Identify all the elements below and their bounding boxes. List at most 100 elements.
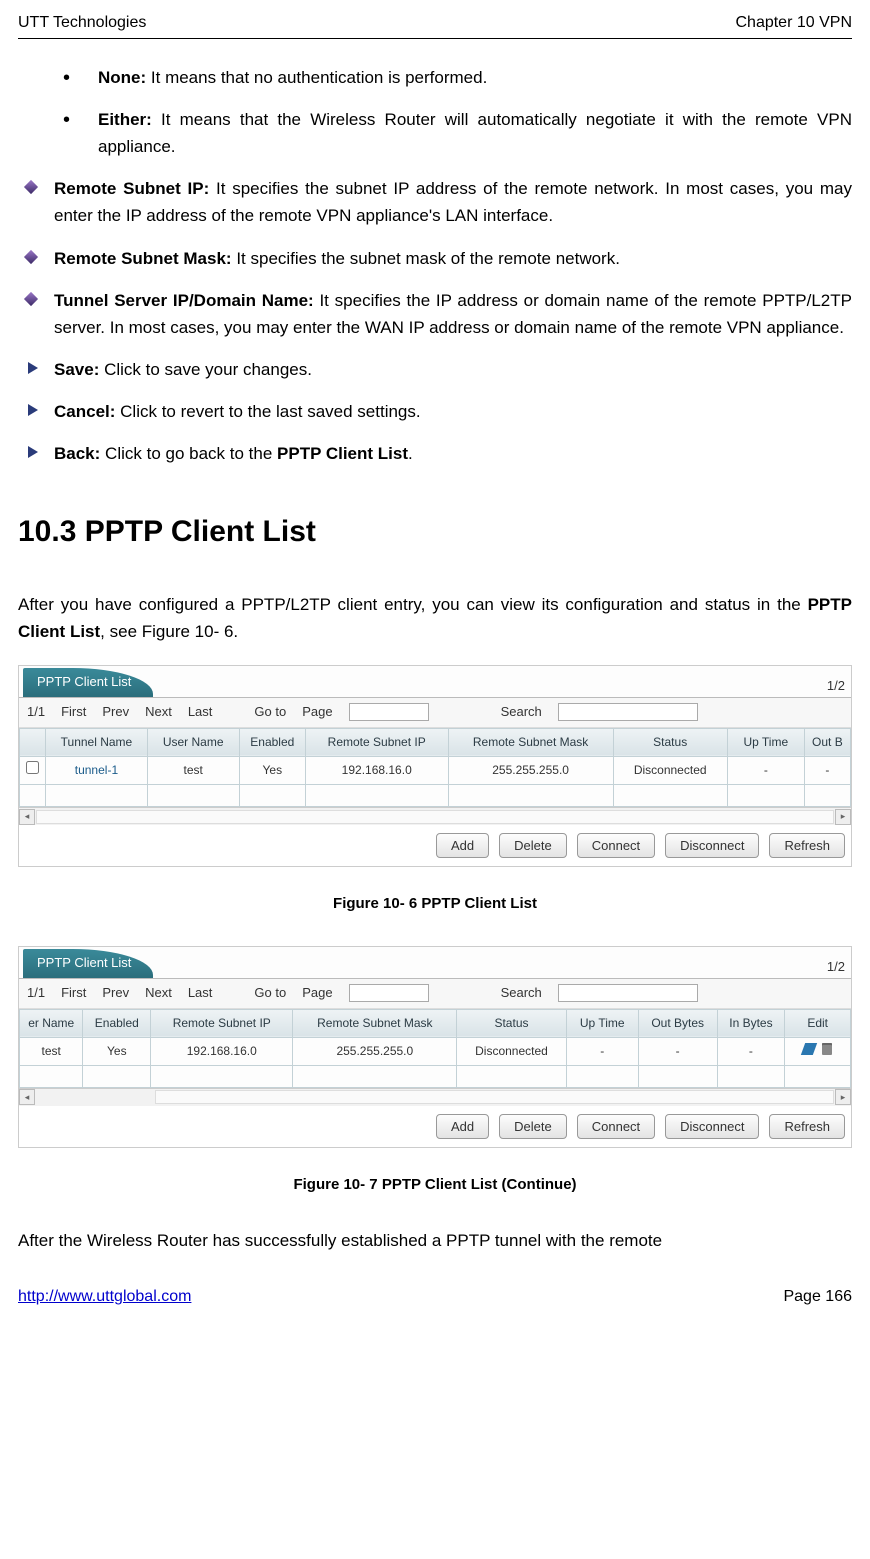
pager-last[interactable]: Last [188,983,213,1004]
table-row[interactable]: test Yes 192.168.16.0 255.255.255.0 Disc… [20,1037,851,1065]
col-remote-subnet-mask: Remote Subnet Mask [448,728,613,756]
cell-rsmask: 255.255.255.0 [448,756,613,784]
content-body: None: It means that no authentication is… [18,39,852,1255]
col-status: Status [457,1009,566,1037]
delete-button[interactable]: Delete [499,1114,567,1139]
pager-goto[interactable]: Go to [254,983,286,1004]
figure-pptp-list-1: PPTP Client List 1/2 1/1 First Prev Next… [18,665,852,867]
refresh-button[interactable]: Refresh [769,1114,845,1139]
col-remote-subnet-ip: Remote Subnet IP [151,1009,293,1037]
col-tunnel-name: Tunnel Name [46,728,147,756]
search-input[interactable] [558,984,698,1002]
definition: Click to save your changes. [99,360,312,379]
add-button[interactable]: Add [436,1114,489,1139]
col-enabled: Enabled [83,1009,151,1037]
connect-button[interactable]: Connect [577,1114,655,1139]
ui-panel: PPTP Client List 1/2 1/1 First Prev Next… [18,946,852,1148]
pager-goto[interactable]: Go to [254,702,286,723]
cell-edit [785,1037,851,1065]
row-checkbox[interactable] [20,756,46,784]
list-item: Tunnel Server IP/Domain Name: It specifi… [26,287,852,341]
cell-out: - [638,1037,717,1065]
pager-page: 1/1 [27,983,45,1004]
scroll-right-icon[interactable]: ▸ [835,1089,851,1105]
pager-first[interactable]: First [61,983,86,1004]
cell-status: Disconnected [613,756,727,784]
term: Remote Subnet IP: [54,179,209,198]
col-remote-subnet-mask: Remote Subnet Mask [293,1009,457,1037]
goto-input[interactable] [349,703,429,721]
button-bar: Add Delete Connect Disconnect Refresh [19,1106,851,1147]
table-row-empty [20,785,851,807]
panel-top: PPTP Client List 1/2 [19,947,851,978]
definition: It specifies the subnet mask of the remo… [232,249,620,268]
delete-icon[interactable] [822,1043,832,1055]
header-right: Chapter 10 VPN [735,10,852,36]
cell-rsmask: 255.255.255.0 [293,1037,457,1065]
pager-bar: 1/1 First Prev Next Last Go to Page Sear… [19,697,851,728]
col-user-name: er Name [20,1009,83,1037]
pager-next[interactable]: Next [145,983,172,1004]
cell-in: - [717,1037,785,1065]
horizontal-scrollbar[interactable]: ◂ ▸ [19,807,851,825]
cell-user: test [20,1037,83,1065]
disconnect-button[interactable]: Disconnect [665,1114,759,1139]
diamond-icon [24,249,38,263]
scroll-track[interactable] [36,810,834,824]
scroll-track[interactable] [155,1090,834,1104]
arrow-icon [28,404,38,416]
definition-prefix: Click to go back to the [100,444,277,463]
col-checkbox [20,728,46,756]
connect-button[interactable]: Connect [577,833,655,858]
list-item: Remote Subnet IP: It specifies the subne… [26,175,852,229]
arrow-icon [28,446,38,458]
definition-bold: PPTP Client List [277,444,408,463]
panel-counter: 1/2 [827,676,845,697]
horizontal-scrollbar[interactable]: ◂ ▸ [19,1088,851,1106]
panel-tab[interactable]: PPTP Client List [23,668,153,697]
definition: Click to revert to the last saved settin… [115,402,420,421]
delete-button[interactable]: Delete [499,833,567,858]
list-item: Cancel: Click to revert to the last save… [28,398,852,425]
pager-next[interactable]: Next [145,702,172,723]
table-row-empty [20,1065,851,1087]
add-button[interactable]: Add [436,833,489,858]
table-row[interactable]: tunnel-1 test Yes 192.168.16.0 255.255.2… [20,756,851,784]
disconnect-button[interactable]: Disconnect [665,833,759,858]
cell-user: test [147,756,239,784]
footer-url[interactable]: http://www.uttglobal.com [18,1284,191,1310]
client-table: Tunnel Name User Name Enabled Remote Sub… [19,728,851,807]
page-header: UTT Technologies Chapter 10 VPN [18,0,852,39]
pager-bar: 1/1 First Prev Next Last Go to Page Sear… [19,978,851,1009]
goto-input[interactable] [349,984,429,1002]
figure-pptp-list-2: PPTP Client List 1/2 1/1 First Prev Next… [18,946,852,1148]
col-out-bytes: Out Bytes [638,1009,717,1037]
pager-last[interactable]: Last [188,702,213,723]
scroll-right-icon[interactable]: ▸ [835,809,851,825]
scroll-left-icon[interactable]: ◂ [19,809,35,825]
panel-tab[interactable]: PPTP Client List [23,949,153,978]
refresh-button[interactable]: Refresh [769,833,845,858]
pager-first[interactable]: First [61,702,86,723]
pager-page-label: Page [302,983,332,1004]
edit-icon[interactable] [801,1043,817,1055]
panel-counter: 1/2 [827,957,845,978]
cell-tunnel[interactable]: tunnel-1 [46,756,147,784]
closing-para: After the Wireless Router has successful… [18,1227,852,1254]
figure-caption-1: Figure 10- 6 PPTP Client List [18,892,852,916]
term: Back: [54,444,100,463]
cell-enabled: Yes [239,756,305,784]
diamond-list: Remote Subnet IP: It specifies the subne… [26,175,852,341]
checkbox-input[interactable] [26,761,39,774]
scroll-left-icon[interactable]: ◂ [19,1089,35,1105]
col-up-time: Up Time [566,1009,638,1037]
page-footer: http://www.uttglobal.com Page 166 [18,1284,852,1324]
bullet-list: None: It means that no authentication is… [63,64,852,161]
definition: It means that no authentication is perfo… [146,68,487,87]
pager-page: 1/1 [27,702,45,723]
definition: It means that the Wireless Router will a… [98,110,852,156]
pager-prev[interactable]: Prev [102,702,129,723]
search-input[interactable] [558,703,698,721]
pager-prev[interactable]: Prev [102,983,129,1004]
arrow-list: Save: Click to save your changes. Cancel… [28,356,852,468]
